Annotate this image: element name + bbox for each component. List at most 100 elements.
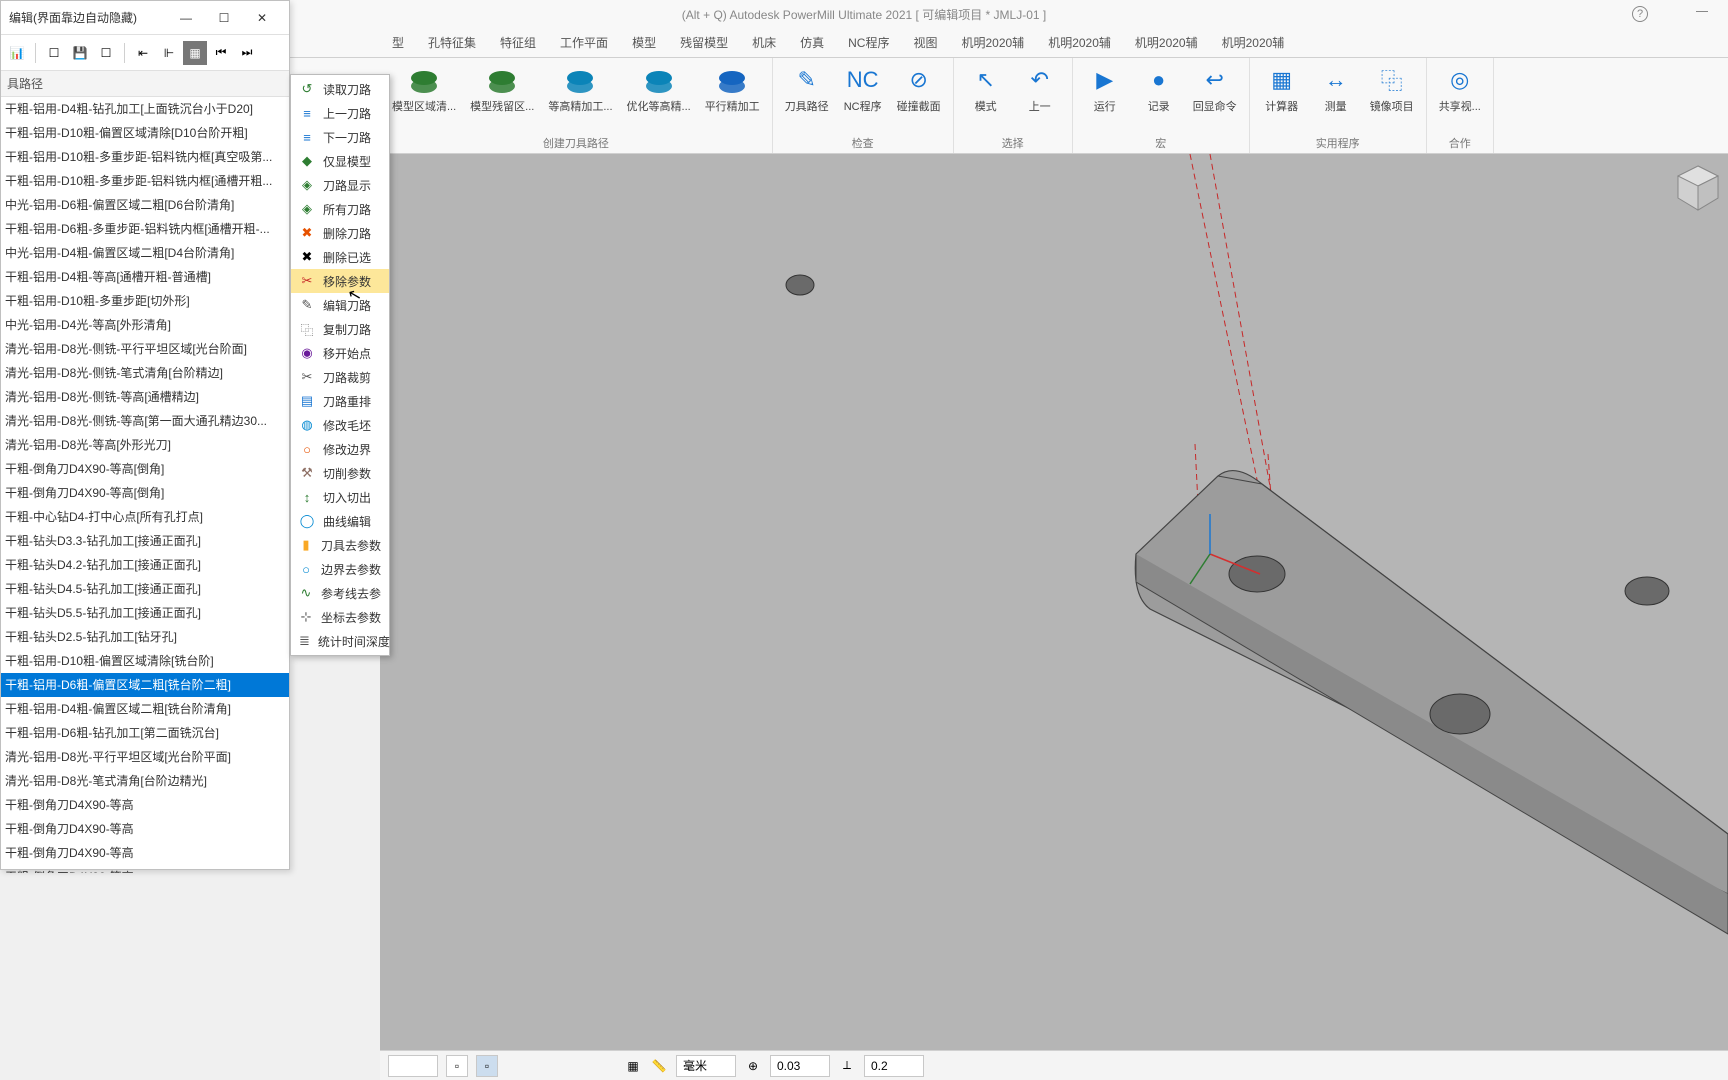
list-item[interactable]: 清光-铝用-D8光-平行平坦区域[光台阶平面]: [1, 745, 289, 769]
list-item[interactable]: 干粗-铝用-D4粗-偏置区域二粗[铣台阶清角]: [1, 697, 289, 721]
list-item[interactable]: 干粗-铝用-D4粗-钻孔加工[上面铣沉台小于D20]: [1, 97, 289, 121]
menu-item-22[interactable]: ⊹坐标去参数: [291, 605, 389, 629]
list-item[interactable]: 干粗-钻头D2.5-钻孔加工[钻牙孔]: [1, 625, 289, 649]
ribbon-btn[interactable]: ↩回显命令: [1189, 62, 1241, 116]
menu-item-17[interactable]: ↕切入切出: [291, 485, 389, 509]
list-item[interactable]: 干粗-倒角刀D4X90-等高: [1, 841, 289, 865]
ribbon-btn[interactable]: ◎共享视...: [1435, 62, 1485, 116]
viewport-3d[interactable]: [380, 154, 1728, 1050]
menu-item-16[interactable]: ⚒切削参数: [291, 461, 389, 485]
list-item[interactable]: 清光-铝用-D8光-笔式清角[台阶边精光]: [1, 769, 289, 793]
ribbon-tab-13[interactable]: 机明2020辅: [1210, 29, 1297, 57]
ribbon-tab-3[interactable]: 工作平面: [548, 29, 620, 57]
status-box-1[interactable]: [388, 1055, 438, 1077]
menu-item-0[interactable]: ↺读取刀路: [291, 77, 389, 101]
menu-item-8[interactable]: ✂移除参数: [291, 269, 389, 293]
ribbon-tab-9[interactable]: 视图: [901, 29, 949, 57]
grid-icon[interactable]: ▦: [624, 1057, 642, 1075]
menu-item-2[interactable]: ≡下一刀路: [291, 125, 389, 149]
minimize-icon[interactable]: [1696, 11, 1708, 12]
status-btn-2[interactable]: ▫: [476, 1055, 498, 1077]
tb-btn-8[interactable]: ⏮: [209, 41, 233, 65]
ribbon-tab-6[interactable]: 机床: [740, 29, 788, 57]
ribbon-btn[interactable]: ▦计算器: [1258, 62, 1306, 116]
list-item[interactable]: 干粗-中心钻D4-打中心点[所有孔打点]: [1, 505, 289, 529]
ribbon-tab-8[interactable]: NC程序: [836, 29, 901, 57]
ribbon-btn[interactable]: NCNC程序: [839, 62, 887, 116]
ribbon-tab-0[interactable]: 型: [380, 29, 416, 57]
tb-btn-7[interactable]: ▦: [183, 41, 207, 65]
ribbon-btn[interactable]: 优化等高精...: [623, 62, 695, 116]
list-item[interactable]: 干粗-铝用-D4粗-等高[通槽开粗-普通槽]: [1, 265, 289, 289]
step-icon[interactable]: ⟂: [838, 1057, 856, 1075]
tb-btn-6[interactable]: ⊩: [157, 41, 181, 65]
panel-maximize[interactable]: ☐: [205, 4, 243, 32]
menu-item-3[interactable]: ◆仅显模型: [291, 149, 389, 173]
menu-item-13[interactable]: ▤刀路重排: [291, 389, 389, 413]
list-item[interactable]: 干粗-铝用-D10粗-多重步距-铝料铣内框[通槽开粗...: [1, 169, 289, 193]
menu-item-5[interactable]: ◈所有刀路: [291, 197, 389, 221]
tb-btn-9[interactable]: ⏭: [235, 41, 259, 65]
tb-btn-2[interactable]: ☐: [42, 41, 66, 65]
list-item[interactable]: 清光-铝用-D8光-侧铣-等高[通槽精边]: [1, 385, 289, 409]
menu-item-15[interactable]: ○修改边界: [291, 437, 389, 461]
target-icon[interactable]: ⊕: [744, 1057, 762, 1075]
list-item[interactable]: 干粗-铝用-D10粗-多重步距-铝料铣内框[真空吸第...: [1, 145, 289, 169]
ribbon-tab-4[interactable]: 模型: [620, 29, 668, 57]
menu-item-14[interactable]: ◍修改毛坯: [291, 413, 389, 437]
list-item[interactable]: 干粗-钻头D4.5-钻孔加工[接通正面孔]: [1, 577, 289, 601]
ribbon-btn[interactable]: 平行精加工: [701, 62, 764, 116]
ribbon-btn[interactable]: ●记录: [1135, 62, 1183, 116]
menu-item-1[interactable]: ≡上一刀路: [291, 101, 389, 125]
list-item[interactable]: 干粗-倒角刀D4X90-等高: [1, 817, 289, 841]
ribbon-btn[interactable]: ↶上一: [1016, 62, 1064, 116]
ribbon-tab-2[interactable]: 特征组: [488, 29, 548, 57]
list-item[interactable]: 清光-铝用-D8光-侧铣-等高[第一面大通孔精边30...: [1, 409, 289, 433]
status-btn-1[interactable]: ▫: [446, 1055, 468, 1077]
menu-item-12[interactable]: ✂刀路裁剪: [291, 365, 389, 389]
ruler-icon[interactable]: 📏: [650, 1057, 668, 1075]
list-item[interactable]: 干粗-铝用-D6粗-多重步距-铝料铣内框[通槽开粗-...: [1, 217, 289, 241]
ribbon-tab-5[interactable]: 残留模型: [668, 29, 740, 57]
list-item[interactable]: 干粗-倒角刀D4X90-等高: [1, 865, 289, 873]
list-item[interactable]: 中光-铝用-D6粗-偏置区域二粗[D6台阶清角]: [1, 193, 289, 217]
list-item[interactable]: 中光-铝用-D4光-等高[外形清角]: [1, 313, 289, 337]
tb-btn-5[interactable]: ⇤: [131, 41, 155, 65]
list-item[interactable]: 干粗-铝用-D10粗-偏置区域清除[铣台阶]: [1, 649, 289, 673]
menu-item-10[interactable]: ⿻复制刀路: [291, 317, 389, 341]
list-item[interactable]: 干粗-倒角刀D4X90-等高[倒角]: [1, 457, 289, 481]
menu-item-7[interactable]: ✖删除已选: [291, 245, 389, 269]
menu-item-4[interactable]: ◈刀路显示: [291, 173, 389, 197]
unit-box[interactable]: 毫米: [676, 1055, 736, 1077]
tb-btn-3[interactable]: 💾: [68, 41, 92, 65]
tolerance-box[interactable]: 0.03: [770, 1055, 830, 1077]
ribbon-btn[interactable]: ↖模式: [962, 62, 1010, 116]
list-item[interactable]: 干粗-铝用-D10粗-偏置区域清除[D10台阶开粗]: [1, 121, 289, 145]
ribbon-btn[interactable]: ✎刀具路径: [781, 62, 833, 116]
panel-minimize[interactable]: —: [167, 4, 205, 32]
menu-item-20[interactable]: ○边界去参数: [291, 557, 389, 581]
ribbon-btn[interactable]: 等高精加工...: [544, 62, 616, 116]
tb-btn-1[interactable]: 📊: [5, 41, 29, 65]
list-item[interactable]: 干粗-钻头D3.3-钻孔加工[接通正面孔]: [1, 529, 289, 553]
step-box[interactable]: 0.2: [864, 1055, 924, 1077]
list-item[interactable]: 清光-铝用-D8光-侧铣-平行平坦区域[光台阶面]: [1, 337, 289, 361]
menu-item-6[interactable]: ✖删除刀路: [291, 221, 389, 245]
ribbon-btn[interactable]: ⿻镜像项目: [1366, 62, 1418, 116]
ribbon-btn[interactable]: ↔测量: [1312, 62, 1360, 116]
menu-item-19[interactable]: ▮刀具去参数: [291, 533, 389, 557]
list-item[interactable]: 清光-铝用-D8光-侧铣-笔式清角[台阶精边]: [1, 361, 289, 385]
list-item[interactable]: 干粗-钻头D5.5-钻孔加工[接通正面孔]: [1, 601, 289, 625]
list-item[interactable]: 干粗-铝用-D6粗-钻孔加工[第二面铣沉台]: [1, 721, 289, 745]
tb-btn-4[interactable]: ☐: [94, 41, 118, 65]
list-item[interactable]: 清光-铝用-D8光-等高[外形光刀]: [1, 433, 289, 457]
menu-item-21[interactable]: ∿参考线去参: [291, 581, 389, 605]
menu-item-23[interactable]: ≣统计时间深度: [291, 629, 389, 653]
ribbon-btn[interactable]: 模型区域清...: [388, 62, 460, 116]
ribbon-tab-11[interactable]: 机明2020辅: [1036, 29, 1123, 57]
menu-item-18[interactable]: ◯曲线编辑: [291, 509, 389, 533]
list-item[interactable]: 干粗-铝用-D6粗-偏置区域二粗[铣台阶二粗]: [1, 673, 289, 697]
toolpath-list[interactable]: 干粗-铝用-D4粗-钻孔加工[上面铣沉台小于D20]干粗-铝用-D10粗-偏置区…: [1, 97, 289, 873]
menu-item-9[interactable]: ✎编辑刀路: [291, 293, 389, 317]
ribbon-tab-12[interactable]: 机明2020辅: [1123, 29, 1210, 57]
